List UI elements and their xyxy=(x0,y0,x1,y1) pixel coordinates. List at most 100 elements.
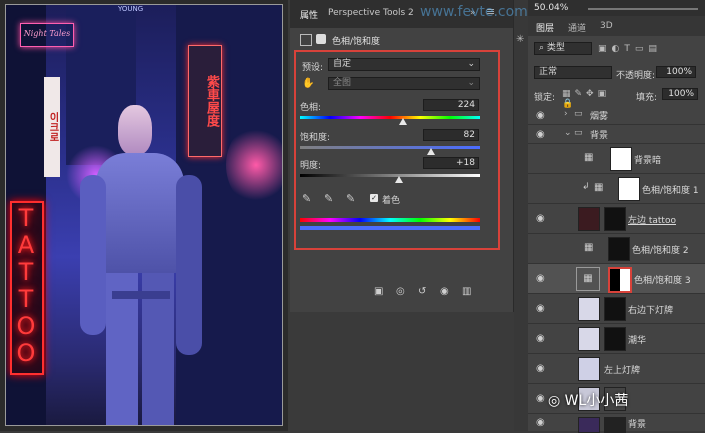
visibility-eye-icon[interactable]: ◉ xyxy=(536,110,545,121)
layer-row[interactable]: ◉ 潮华 xyxy=(528,324,705,354)
blend-mode-value: 正常 xyxy=(539,67,558,77)
fill-input[interactable]: 100% xyxy=(662,88,698,100)
layer-mask-thumbnail[interactable] xyxy=(608,237,630,261)
layer-row[interactable]: ◉ 左上灯牌 xyxy=(528,354,705,384)
adjustment-type-label: 色相/饱和度 xyxy=(332,37,381,47)
search-icon: ⌕ xyxy=(539,43,545,53)
chevron-down-icon[interactable]: ⌄ xyxy=(564,128,572,138)
preset-dropdown[interactable]: 自定 ⌄ xyxy=(328,58,480,71)
layer-row[interactable]: ▦ 色相/饱和度 2 xyxy=(528,234,705,264)
eyedropper-plus-icon[interactable]: ✎ xyxy=(324,192,333,205)
brush-settings-icon[interactable]: ✳ xyxy=(516,34,524,45)
hand-icon[interactable]: ✋ xyxy=(302,78,314,89)
colorize-checkbox[interactable]: ✓ xyxy=(370,194,378,202)
tab-channels[interactable]: 通道 xyxy=(568,21,586,34)
layer-thumbnail[interactable] xyxy=(578,357,600,381)
layers-panel: 50.04% 图层 通道 3D ⌕ 类型 ▣◐T▭▤ 正常 不透明度: 100%… xyxy=(528,0,705,433)
blend-mode-dropdown[interactable]: 正常 xyxy=(534,66,612,79)
visibility-eye-icon[interactable]: ◉ xyxy=(536,333,545,344)
photo-image: Night Tales 이크로 紫車屋度 YOUNG TATTOO xyxy=(5,4,283,426)
layer-thumbnail[interactable] xyxy=(578,207,600,231)
hue-sat-icon: ▦ xyxy=(594,182,604,193)
levels-icon: ▦ xyxy=(584,152,594,163)
panel-dock-strip: ✳ xyxy=(514,0,528,431)
filter-icons[interactable]: ▣◐T▭▤ xyxy=(598,44,698,54)
visibility-eye-icon[interactable]: ◉ xyxy=(536,393,545,404)
lock-label: 锁定: xyxy=(534,93,556,103)
clip-arrow-icon: ↲ xyxy=(582,182,590,192)
zoom-readout: 50.04% xyxy=(534,3,569,13)
site-watermark: www.fevte.com xyxy=(420,4,528,20)
layer-mask-thumbnail[interactable] xyxy=(608,267,632,293)
visibility-eye-icon[interactable]: ◉ xyxy=(536,363,545,374)
tab-layers[interactable]: 图层 xyxy=(536,21,554,34)
trash-icon[interactable]: ▥ xyxy=(462,286,471,297)
visibility-eye-icon[interactable]: ◉ xyxy=(536,417,545,428)
layer-mask-thumbnail[interactable] xyxy=(604,297,626,321)
layer-mask-thumbnail[interactable] xyxy=(604,327,626,351)
layer-group-smoke[interactable]: ◉ › ▭ 烟雾 xyxy=(528,106,705,125)
opacity-input[interactable]: 100% xyxy=(656,66,696,78)
layer-name: 色相/饱和度 2 xyxy=(632,246,689,256)
hue-slider-track[interactable] xyxy=(300,116,480,119)
layer-row-selected[interactable]: ◉ ▦ 色相/饱和度 3 xyxy=(528,264,705,294)
top-fragment-text: YOUNG xyxy=(118,5,144,13)
adjustment-icon xyxy=(300,34,312,46)
channel-dropdown[interactable]: 全图 ⌄ xyxy=(328,77,480,90)
layer-mask-thumbnail[interactable] xyxy=(604,207,626,231)
folder-icon: ▭ xyxy=(574,109,583,119)
layer-group-background[interactable]: ◉ ⌄ ▭ 背景 xyxy=(528,125,705,144)
document-canvas[interactable]: Night Tales 이크로 紫車屋度 YOUNG TATTOO xyxy=(0,0,288,431)
saturation-slider-thumb[interactable] xyxy=(427,148,436,155)
layer-row[interactable]: ◉ 背景 xyxy=(528,414,705,433)
lightness-slider-thumb[interactable] xyxy=(395,176,403,183)
eyedropper-icon[interactable]: ✎ xyxy=(302,192,311,205)
layer-name: 左边 tattoo xyxy=(628,216,676,226)
author-name: WL小小茜 xyxy=(564,393,629,409)
reset-icon[interactable]: ↺ xyxy=(418,286,426,297)
filter-kind-value: 类型 xyxy=(546,43,565,53)
saturation-value-input[interactable]: 82 xyxy=(423,129,479,141)
tab-properties[interactable]: 属性 xyxy=(300,8,318,21)
layer-name: 背景 xyxy=(628,420,647,430)
neon-sign-night-tales: Night Tales xyxy=(20,23,74,47)
hue-value-input[interactable]: 224 xyxy=(423,99,479,111)
layer-name: 右边下灯牌 xyxy=(628,306,674,316)
channel-value: 全图 xyxy=(333,78,352,88)
mask-icon[interactable] xyxy=(316,34,326,44)
eyedropper-minus-icon[interactable]: ✎ xyxy=(346,192,355,205)
chevron-right-icon[interactable]: › xyxy=(564,109,568,119)
hue-slider-thumb[interactable] xyxy=(398,118,407,125)
lightness-slider-track[interactable] xyxy=(300,174,480,177)
tab-perspective-tools[interactable]: Perspective Tools 2 xyxy=(328,8,414,18)
opacity-label: 不透明度: xyxy=(616,71,656,81)
layer-mask-thumbnail[interactable] xyxy=(610,147,632,171)
clip-to-layer-icon[interactable]: ▣ xyxy=(374,286,383,297)
layer-mask-thumbnail[interactable] xyxy=(618,177,640,201)
layer-name: 潮华 xyxy=(628,336,647,346)
layer-row[interactable]: ◉ 右边下灯牌 xyxy=(528,294,705,324)
layer-name: 左上灯牌 xyxy=(604,366,641,376)
lightness-value-input[interactable]: +18 xyxy=(423,157,479,169)
layer-row[interactable]: ◉ 左边 tattoo xyxy=(528,204,705,234)
view-previous-icon[interactable]: ◎ xyxy=(396,286,405,297)
layer-name: 烟雾 xyxy=(590,112,609,122)
author-watermark: ◎ WL小小茜 xyxy=(548,390,628,410)
visibility-eye-icon[interactable]: ◉ xyxy=(536,303,545,314)
visibility-eye-icon[interactable]: ◉ xyxy=(440,286,449,297)
woman-figure xyxy=(76,105,206,425)
layer-row[interactable]: ▦ 背景暗 xyxy=(528,144,705,174)
zoom-slider[interactable] xyxy=(588,8,698,10)
layer-row[interactable]: ↲ ▦ 色相/饱和度 1 xyxy=(528,174,705,204)
layer-thumbnail[interactable] xyxy=(578,297,600,321)
saturation-slider-track[interactable] xyxy=(300,146,480,149)
filter-kind-dropdown[interactable]: ⌕ 类型 xyxy=(534,42,592,55)
visibility-eye-icon[interactable]: ◉ xyxy=(536,273,545,284)
korean-sign: 이크로 xyxy=(44,77,60,177)
visibility-eye-icon[interactable]: ◉ xyxy=(536,129,545,140)
chevron-down-icon: ⌄ xyxy=(467,78,475,88)
tab-3d[interactable]: 3D xyxy=(600,21,613,31)
visibility-eye-icon[interactable]: ◉ xyxy=(536,213,545,224)
fill-label: 填充: xyxy=(636,93,658,103)
layer-thumbnail[interactable] xyxy=(578,327,600,351)
